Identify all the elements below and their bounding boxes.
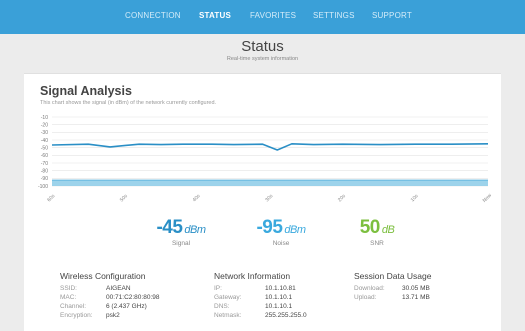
y-tick-label: -70 (41, 161, 48, 167)
x-tick-label: 60s (46, 193, 56, 203)
info-key: Gateway: (214, 294, 242, 301)
snr-metric: 50 dB SNR (322, 217, 432, 247)
snr-value: 50 dB (322, 217, 432, 239)
signal-number: -45 (156, 217, 183, 238)
info-row: MAC: 00:71:C2:80:80:98 (60, 293, 160, 302)
snr-label: SNR (370, 240, 384, 247)
network-info-title: Network Information (214, 271, 291, 281)
session-usage-section: Session Data Usage Download: 30.05 MB Upl… (354, 271, 432, 302)
signal-line (51, 142, 489, 151)
page-title: Status (241, 38, 284, 55)
snr-unit: dB (381, 224, 395, 236)
info-value: 00:71:C2:80:80:98 (106, 294, 160, 301)
y-tick-label: -50 (41, 145, 48, 151)
signal-card: Signal Analysis This chart shows the sig… (24, 73, 501, 331)
noise-unit: dBm (284, 224, 306, 236)
info-value: 30.05 MB (402, 285, 430, 292)
info-row: Netmask: 255.255.255.0 (214, 311, 307, 320)
signal-metric: -45 dBm Signal (126, 217, 236, 247)
info-value: AIGEAN (106, 285, 131, 292)
y-tick-label: -80 (41, 168, 48, 174)
noise-number: -95 (256, 217, 283, 238)
session-usage-title: Session Data Usage (354, 271, 432, 281)
info-key: Netmask: (214, 312, 242, 319)
info-value: 6 (2.437 GHz) (106, 303, 147, 310)
nav-status[interactable]: STATUS (199, 11, 231, 20)
info-row: Gateway: 10.1.10.1 (214, 293, 307, 302)
info-value: 10.1.10.1 (265, 303, 293, 310)
snr-number: 50 (359, 217, 381, 238)
info-value: 10.1.10.81 (265, 285, 296, 292)
info-key: Download: (354, 285, 385, 292)
signal-value: -45 dBm (126, 217, 236, 239)
info-key: DNS: (214, 303, 230, 310)
signal-label: Signal (171, 240, 191, 247)
y-tick-label: -30 (41, 130, 48, 136)
info-value: psk2 (106, 312, 120, 319)
info-row: IP: 10.1.10.81 (214, 284, 307, 293)
info-row: Channel: 6 (2.437 GHz) (60, 302, 160, 311)
network-info-section: Network Information IP: 10.1.10.81 Gatewa… (214, 271, 307, 320)
signal-unit: dBm (184, 224, 206, 236)
info-key: Encryption: (60, 312, 93, 319)
wireless-config-section: Wireless Configuration SSID: AIGEAN MAC: 0… (60, 271, 160, 320)
info-row: SSID: AIGEAN (60, 284, 160, 293)
noise-metric: -95 dBm Noise (226, 217, 336, 247)
info-row: Download: 30.05 MB (354, 284, 432, 293)
info-key: SSID: (60, 285, 77, 292)
info-value: 255.255.255.0 (265, 312, 307, 319)
info-value: 13.71 MB (402, 294, 430, 301)
y-tick-label: -90 (41, 176, 48, 182)
info-row: Encryption: psk2 (60, 311, 160, 320)
y-tick-label: -100 (38, 184, 48, 190)
y-tick-label: -40 (41, 138, 48, 144)
info-key: Channel: (60, 303, 87, 310)
x-tick-label: Now (482, 192, 494, 204)
x-tick-label: 50s (119, 193, 129, 203)
y-tick-label: -10 (41, 115, 48, 121)
signal-analysis-description: This chart shows the signal (in dBm) of … (40, 100, 217, 106)
info-row: DNS: 10.1.10.1 (214, 302, 307, 311)
y-tick-label: -60 (41, 153, 48, 159)
noise-value: -95 dBm (226, 217, 336, 239)
signal-chart: -10-20 -30 -40-50 -60 -70-80 -90 -100 60s 50s 40s… (38, 115, 494, 204)
x-tick-label: 30s (264, 193, 274, 203)
nav-settings[interactable]: SETTINGS (313, 11, 355, 20)
x-tick-label: 40s (192, 193, 202, 203)
x-tick-label: 20s (337, 193, 347, 203)
nav-support[interactable]: SUPPORT (372, 11, 412, 20)
info-row: Upload: 13.71 MB (354, 293, 432, 302)
y-tick-label: -20 (41, 122, 48, 128)
nav-connection[interactable]: CONNECTION (125, 11, 181, 20)
info-key: Upload: (354, 294, 377, 301)
nav-favorites[interactable]: FAVORITES (250, 11, 296, 20)
noise-area (52, 180, 488, 186)
wireless-config-title: Wireless Configuration (60, 271, 146, 281)
info-key: IP: (214, 285, 222, 292)
x-tick-label: 10s (410, 193, 420, 203)
info-key: MAC: (60, 294, 77, 301)
info-value: 10.1.10.1 (265, 294, 293, 301)
noise-label: Noise (272, 240, 290, 247)
page-subtitle: Real-time system information (226, 56, 299, 62)
top-nav-bar: CONNECTION STATUS FAVORITES SETTINGS SUP… (0, 0, 525, 34)
signal-analysis-title: Signal Analysis (40, 84, 132, 98)
